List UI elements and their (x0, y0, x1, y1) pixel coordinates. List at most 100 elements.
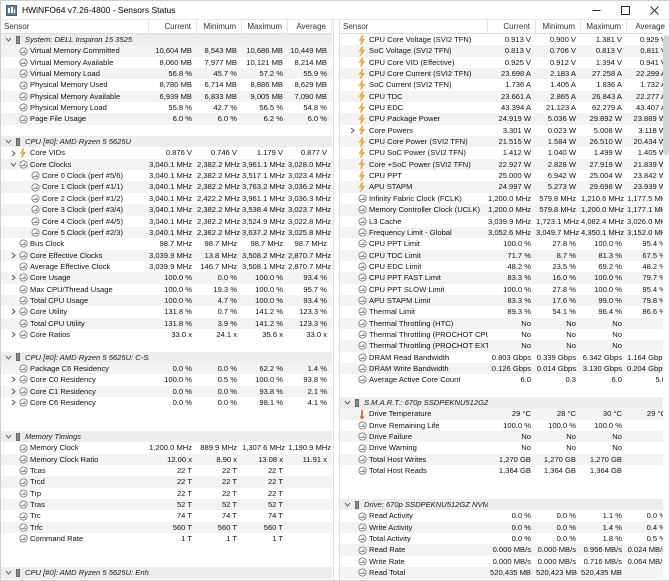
sensor-name-cell[interactable]: Core C1 Residency (1, 386, 149, 397)
sensor-name-cell[interactable]: Thermal Throttling (HTC) (340, 318, 488, 329)
sensor-name-cell[interactable]: Thermal Throttling (PROCHOT EXT) (340, 340, 488, 351)
sensor-row[interactable]: Total CPU Usage 100.0 % 4.7 % 100.0 % 93.4 % (1, 294, 332, 307)
chevron-right-icon[interactable] (9, 306, 18, 317)
column-header-average[interactable]: Average (288, 20, 332, 33)
sensor-name-cell[interactable]: Trfc (1, 522, 149, 533)
sensor-row[interactable]: Trc 74 T 74 T 74 T (1, 510, 332, 522)
sensor-row[interactable]: CPU PPT Limit 100.0 % 27.8 % 100.0 % 95.4 % (340, 238, 669, 250)
sensor-row[interactable]: SoC Current (SVI2 TFN) 1.736 A 1.405 A 1.83… (340, 79, 669, 91)
sensor-name-cell[interactable]: Virtual Memory Committed (1, 45, 149, 56)
sensor-name-cell[interactable]: SoC Current (SVI2 TFN) (340, 79, 488, 91)
sensor-row[interactable]: Total Host Reads 1,364 GB 1,364 GB 1,364 GB (340, 465, 669, 477)
chevron-right-icon[interactable] (9, 374, 18, 385)
sensor-name-cell[interactable]: Trcd (1, 476, 149, 487)
sensor-name-cell[interactable]: Thermal Throttling (PROCHOT CPU) (340, 329, 488, 340)
sensor-row[interactable]: Trp 22 T 22 T 22 T (1, 487, 332, 500)
sensor-row[interactable]: Physical Memory Load 55.8 % 42.7 % 56.5 % 54… (1, 102, 332, 114)
sensor-name-cell[interactable]: Memory Clock Ratio (1, 454, 149, 465)
sensor-name-cell[interactable]: CPU EDC Limit (340, 261, 488, 272)
sensor-row[interactable]: Core 1 Clock (perf #1/1) 3,040.1 MHz 2,382… (1, 181, 332, 193)
column-header-maximum-right[interactable]: Maximum (581, 20, 627, 33)
sensor-name-cell[interactable]: Total Host Writes (340, 454, 488, 465)
sensor-row[interactable]: Virtual Memory Committed 10,604 MB 8,543 M… (1, 45, 332, 57)
chevron-right-icon[interactable] (9, 250, 18, 261)
chevron-down-icon[interactable] (4, 34, 13, 45)
sensor-row[interactable]: Core C1 Residency 0.0 % 0.0 % 93.8 % 2.1 % (1, 385, 332, 397)
chevron-down-icon[interactable] (9, 159, 18, 170)
sensor-row[interactable]: Drive Remaining Life 100.0 % 100.0 % 100.0 … (340, 419, 669, 432)
sensor-row[interactable]: CPU Core Power (SVI2 TFN) 21.515 W 1.584 W… (340, 136, 669, 148)
sensor-row[interactable]: Read Rate 0.000 MB/s 0.000 MB/s 0.956 MB/s 0… (340, 544, 669, 556)
sensor-name-cell[interactable]: CPU Package Power (340, 113, 488, 125)
sensor-name-cell[interactable]: Command Rate (1, 533, 149, 544)
sensor-group-row[interactable]: S.M.A.R.T.: 670p SSDPEKNU512GZ ... (340, 397, 669, 409)
sensor-row[interactable]: CPU EDC Limit 48.2 % 23.5 % 69.2 % 48.2 % (340, 260, 669, 273)
sensor-row[interactable]: Bus Clock 98.7 MHz 98.7 MHz 98.7 MHz 98.7 MH… (1, 238, 332, 250)
sensor-row[interactable]: Core 0 Clock (perf #5/6) 3,040.1 MHz 2,382… (1, 170, 332, 182)
sensor-name-cell[interactable]: CPU [#0]: AMD Ryzen 5 5625U: C-St... (1, 352, 149, 363)
sensor-row[interactable]: Core C0 Residency 100.0 % 0.5 % 100.0 % 93.8… (1, 374, 332, 386)
sensor-name-cell[interactable]: Total CPU Usage (1, 295, 149, 306)
sensor-name-cell[interactable]: Average Effective Clock (1, 261, 149, 272)
sensor-row[interactable]: Trcd 22 T 22 T 22 T (1, 476, 332, 488)
sensor-group-row[interactable]: CPU [#0]: AMD Ryzen 5 5625U: Enh... (1, 567, 332, 579)
sensor-row[interactable]: CPU SoC Power (SVI2 TFN) 1.412 W 1.040 W 1.… (340, 147, 669, 159)
sensor-name-cell[interactable]: CPU (Tctl/Tdie) (1, 579, 149, 581)
sensor-row[interactable]: Max CPU/Thread Usage 100.0 % 19.3 % 100.0 %… (1, 283, 332, 295)
sensor-name-cell[interactable]: Core 0 Clock (perf #5/6) (1, 170, 149, 181)
sensor-name-cell[interactable]: SoC Voltage (SVI2 TFN) (340, 45, 488, 57)
close-button[interactable] (640, 1, 669, 19)
sensor-row[interactable]: Total Activity 0.0 % 0.0 % 1.8 % 0.5 % (340, 533, 669, 545)
sensor-name-cell[interactable]: CPU [#0]: AMD Ryzen 5 5625U: Enh... (1, 567, 149, 578)
sensor-name-cell[interactable]: Drive Warning (340, 442, 488, 453)
sensor-row[interactable]: Core 4 Clock (perf #4/5) 3,040.1 MHz 2,382… (1, 215, 332, 227)
chevron-right-icon[interactable] (9, 329, 18, 340)
sensor-name-cell[interactable]: Tras (1, 499, 149, 510)
sensor-name-cell[interactable]: Memory Clock (1, 442, 149, 453)
sensor-name-cell[interactable]: Drive Temperature (340, 408, 488, 419)
sensor-name-cell[interactable]: Physical Memory Load (1, 102, 149, 113)
sensor-name-cell[interactable]: Write Total (340, 579, 488, 581)
sensor-name-cell[interactable]: CPU Core VID (Effective) (340, 57, 488, 68)
sensor-name-cell[interactable]: Page File Usage (1, 113, 149, 124)
sensor-row[interactable]: Infinity Fabric Clock (FCLK) 1,200.0 MHz 5… (340, 192, 669, 205)
sensor-name-cell[interactable]: Core Clocks (1, 159, 149, 170)
chevron-right-icon[interactable] (9, 147, 18, 158)
sensor-row[interactable]: L3 Cache 3,039.9 MHz 1,723.1 MHz 4,082.4 MH… (340, 215, 669, 227)
sensor-name-cell[interactable]: CPU PPT FAST Limit (340, 272, 488, 283)
sensor-row[interactable]: Physical Memory Used 8,780 MB 6,714 MB 8,88… (1, 79, 332, 91)
sensor-name-cell[interactable]: Drive Remaining Life (340, 420, 488, 431)
sensor-name-cell[interactable]: Package C6 Residency (1, 363, 149, 374)
sensor-row[interactable]: Memory Clock Ratio 12.00 x 8.90 x 13.08 x 11… (1, 453, 332, 466)
sensor-name-cell[interactable]: S.M.A.R.T.: 670p SSDPEKNU512GZ ... (340, 397, 488, 408)
sensor-name-cell[interactable]: Physical Memory Available (1, 91, 149, 102)
sensor-name-cell[interactable]: Frequency Limit - Global (340, 227, 488, 238)
sensor-name-cell[interactable]: L3 Cache (340, 216, 488, 227)
sensor-row[interactable]: CPU PPT SLOW Limit 100.0 % 27.8 % 100.0 % 95… (340, 283, 669, 295)
sensor-name-cell[interactable]: CPU PPT Limit (340, 238, 488, 249)
chevron-down-icon[interactable] (343, 499, 352, 510)
column-header-sensor-right[interactable]: Sensor (340, 20, 488, 33)
sensor-row[interactable]: CPU EDC 43.394 A 21.123 A 62.279 A 43.407 A (340, 102, 669, 114)
sensor-row[interactable]: Thermal Throttling (HTC) No No No (340, 317, 669, 329)
sensor-name-cell[interactable]: Memory Timings (1, 431, 149, 442)
sensor-row[interactable]: Core VIDs 0.876 V 0.746 V 1.179 V 0.877 V (1, 147, 332, 159)
sensor-name-cell[interactable]: APU STAPM (340, 181, 488, 193)
sensor-name-cell[interactable]: Core Ratios (1, 329, 149, 340)
sensor-name-cell[interactable]: Read Activity (340, 510, 488, 521)
sensor-group-row[interactable]: System: DELL Inspiron 15 3525 (1, 34, 332, 46)
sensor-name-cell[interactable]: Bus Clock (1, 238, 149, 249)
sensor-name-cell[interactable]: CPU Core Voltage (SVI2 TFN) (340, 34, 488, 45)
sensor-name-cell[interactable]: Virtual Memory Load (1, 68, 149, 79)
sensor-row[interactable]: APU STAPM Limit 83.3 % 17.6 % 99.0 % 79.8 % (340, 294, 669, 307)
sensor-group-row[interactable]: CPU [#0]: AMD Ryzen 5 5625U (1, 136, 332, 148)
sensor-name-cell[interactable]: Trc (1, 510, 149, 521)
sensor-name-cell[interactable]: Read Rate (340, 544, 488, 555)
sensor-row[interactable]: Command Rate 1 T 1 T 1 T (1, 533, 332, 545)
sensor-row[interactable]: Core Effective Clocks 3,039.9 MHz 13.8 MHz… (1, 249, 332, 261)
sensor-name-cell[interactable]: Write Activity (340, 522, 488, 533)
chevron-right-icon[interactable] (348, 125, 357, 136)
right-panel-scrollbar[interactable] (663, 33, 669, 580)
sensor-row[interactable]: CPU Core VID (Effective) 0.925 V 0.912 V 1.… (340, 56, 669, 69)
sensor-name-cell[interactable]: System: DELL Inspiron 15 3525 (1, 34, 149, 45)
